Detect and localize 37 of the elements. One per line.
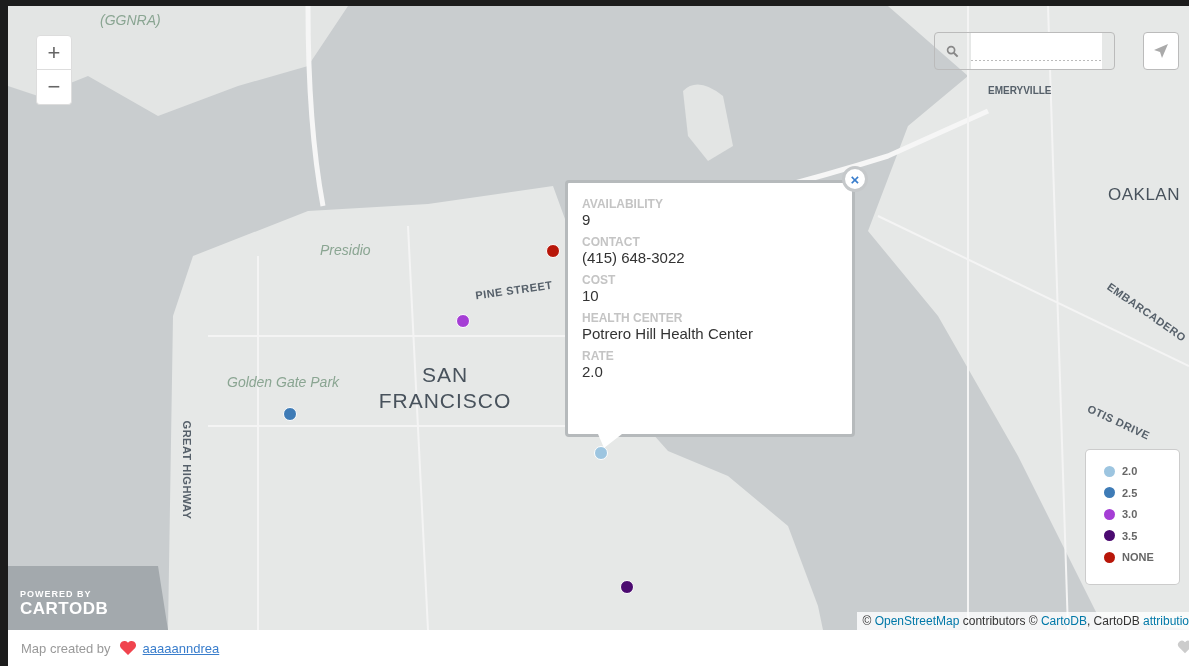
powered-by-text: POWERED BY	[20, 589, 93, 599]
map-label: OAKLAN	[1108, 184, 1180, 206]
map-label: SAN FRANCISCO	[377, 362, 513, 415]
legend-label: 2.0	[1122, 465, 1138, 478]
attribution-link[interactable]: OpenStreetMap	[874, 614, 960, 628]
legend-label: 3.5	[1122, 529, 1138, 542]
legend-label: 2.5	[1122, 486, 1138, 499]
attribution-link[interactable]: CartoDB	[1040, 614, 1087, 628]
paper-plane-icon	[1153, 43, 1169, 59]
field-label: AVAILABILITY	[582, 197, 664, 211]
field-value: 2.0	[582, 363, 604, 380]
heart-icon	[118, 640, 137, 656]
locate-button[interactable]	[1143, 32, 1179, 70]
field-value: 9	[582, 211, 592, 228]
search-icon	[946, 45, 959, 58]
legend-label: 3.0	[1122, 508, 1138, 521]
field-label: COST	[582, 273, 617, 287]
field-label: RATE	[582, 349, 615, 363]
legend-label: NONE	[1122, 551, 1154, 564]
created-by-text: Map created by	[21, 640, 111, 656]
author-link[interactable]: aaaaanndrea	[142, 640, 220, 656]
map-label: EMERYVILLE	[988, 85, 1052, 96]
brand-logo[interactable]: CARTODB	[20, 599, 109, 619]
map-label: Presidio	[320, 242, 371, 258]
map-label: (GGNRA)	[100, 12, 161, 28]
field-value: Potrero Hill Health Center	[582, 325, 754, 342]
field-label: HEALTH CENTER	[582, 311, 684, 325]
map-label: PINE STREET	[474, 278, 554, 302]
map-label: Golden Gate Park	[227, 374, 340, 390]
attribution-text: © OpenStreetMap contributors © CartoDB, CartoDB attributio	[857, 612, 1189, 630]
field-value: 10	[582, 287, 600, 304]
field-label: CONTACT	[582, 235, 641, 249]
field-value: (415) 648-3022	[582, 249, 686, 266]
attribution-link[interactable]: attributio	[1142, 614, 1189, 628]
zoom-out-button[interactable]: −	[36, 70, 72, 105]
map-label: GREAT HIGHWAY	[181, 420, 194, 520]
zoom-in-button[interactable]: +	[36, 35, 72, 70]
